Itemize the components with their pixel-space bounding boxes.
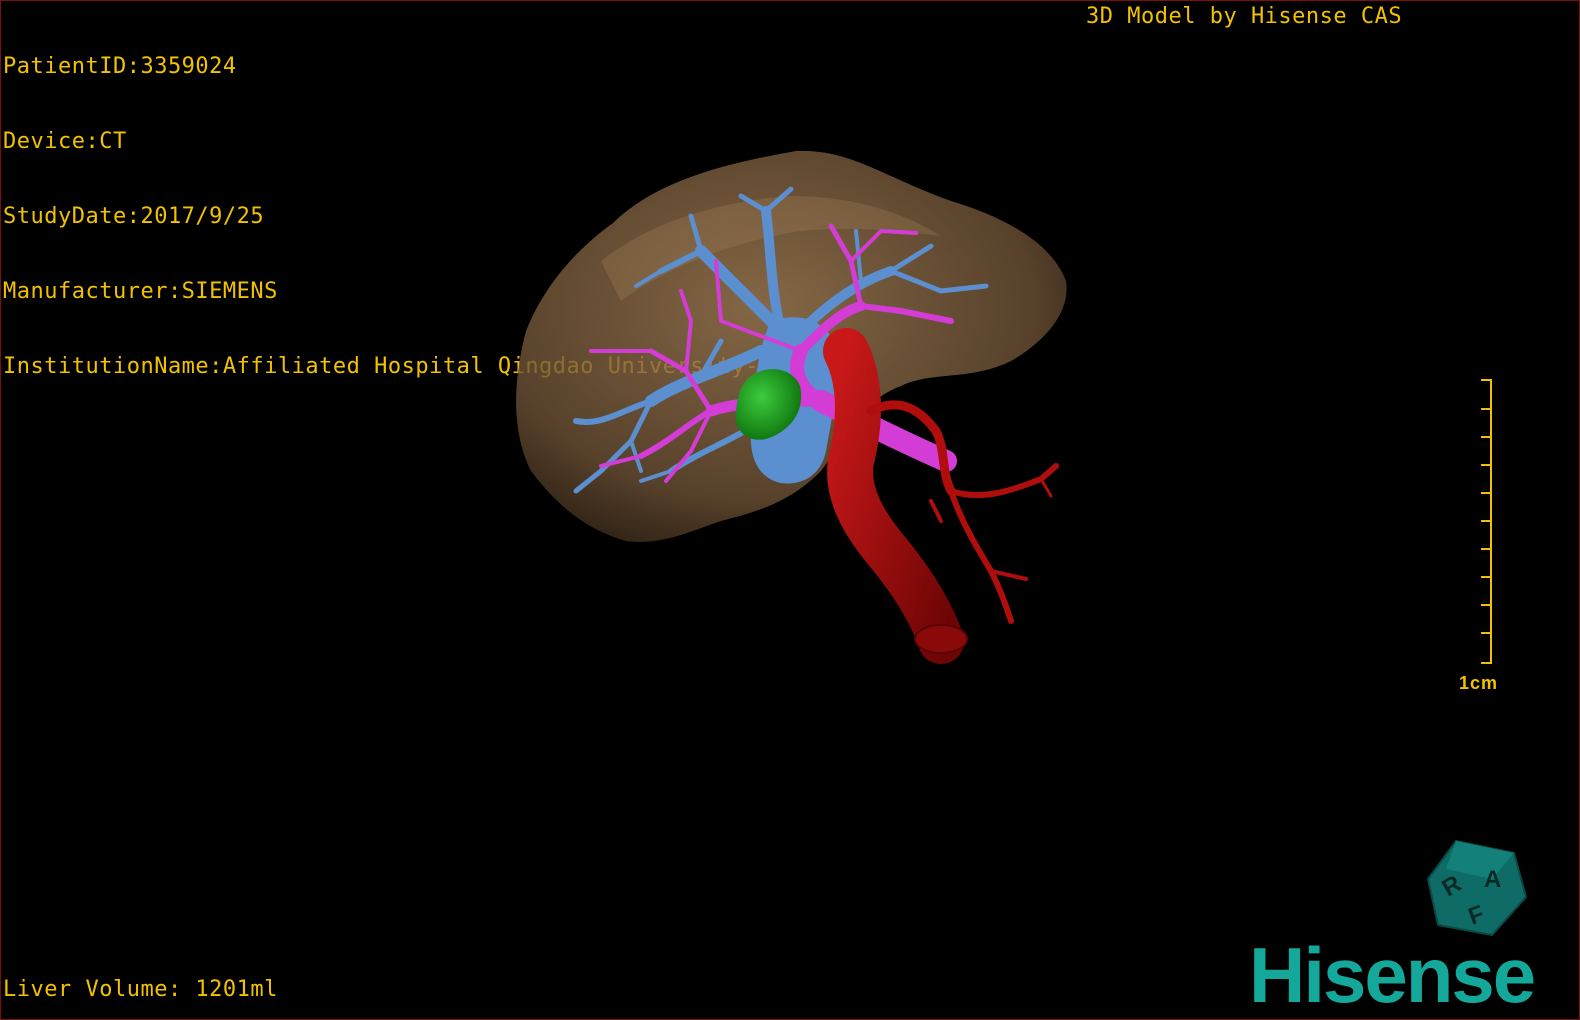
hisense-logo: Hisense bbox=[1249, 931, 1536, 1019]
scale-bar bbox=[1481, 379, 1492, 664]
liver-volume-label: Liver Volume: 1201ml bbox=[3, 977, 278, 1002]
liver-3d-model[interactable] bbox=[1, 1, 1579, 1019]
3d-viewport[interactable]: PatientID:3359024 Device:CT StudyDate:20… bbox=[0, 0, 1580, 1020]
orientation-cube-icon[interactable]: R A F bbox=[1426, 839, 1530, 939]
cube-face-a: A bbox=[1484, 866, 1501, 893]
arteries bbox=[823, 328, 1059, 664]
scale-label: 1cm bbox=[1459, 673, 1499, 693]
